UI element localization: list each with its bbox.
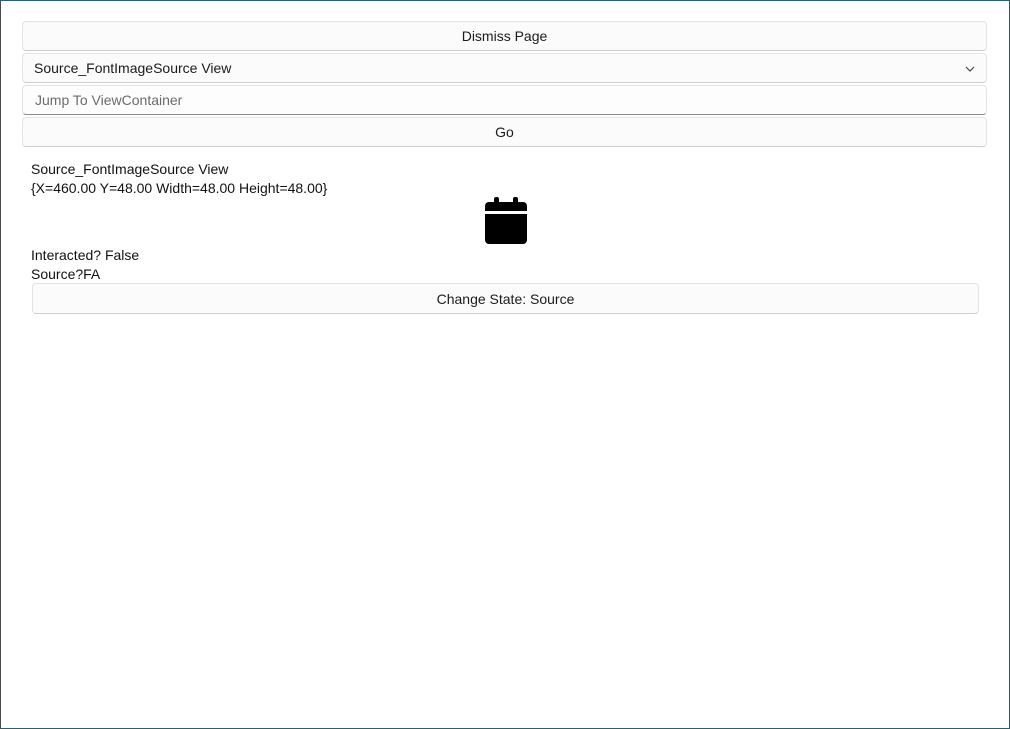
dismiss-page-button[interactable]: Dismiss Page bbox=[22, 21, 987, 51]
view-picker[interactable]: Source_FontImageSource View bbox=[22, 53, 987, 83]
change-state-button[interactable]: Change State: Source bbox=[32, 283, 979, 314]
view-picker-selected: Source_FontImageSource View bbox=[34, 60, 232, 76]
jump-to-input[interactable] bbox=[33, 91, 976, 109]
change-state-label: Change State: Source bbox=[436, 290, 575, 307]
go-button[interactable]: Go bbox=[22, 117, 987, 147]
chevron-down-icon bbox=[964, 62, 976, 74]
dismiss-page-label: Dismiss Page bbox=[461, 28, 548, 44]
interacted-status: Interacted? False bbox=[31, 247, 140, 263]
source-status: Source?FA bbox=[31, 266, 101, 282]
app-window: Dismiss Page Source_FontImageSource View… bbox=[0, 0, 1010, 729]
view-bounds-label: {X=460.00 Y=48.00 Width=48.00 Height=48.… bbox=[31, 180, 328, 196]
view-name-label: Source_FontImageSource View bbox=[31, 161, 229, 177]
jump-to-field[interactable] bbox=[22, 85, 987, 115]
go-label: Go bbox=[495, 124, 514, 140]
calendar-icon[interactable] bbox=[485, 197, 527, 245]
